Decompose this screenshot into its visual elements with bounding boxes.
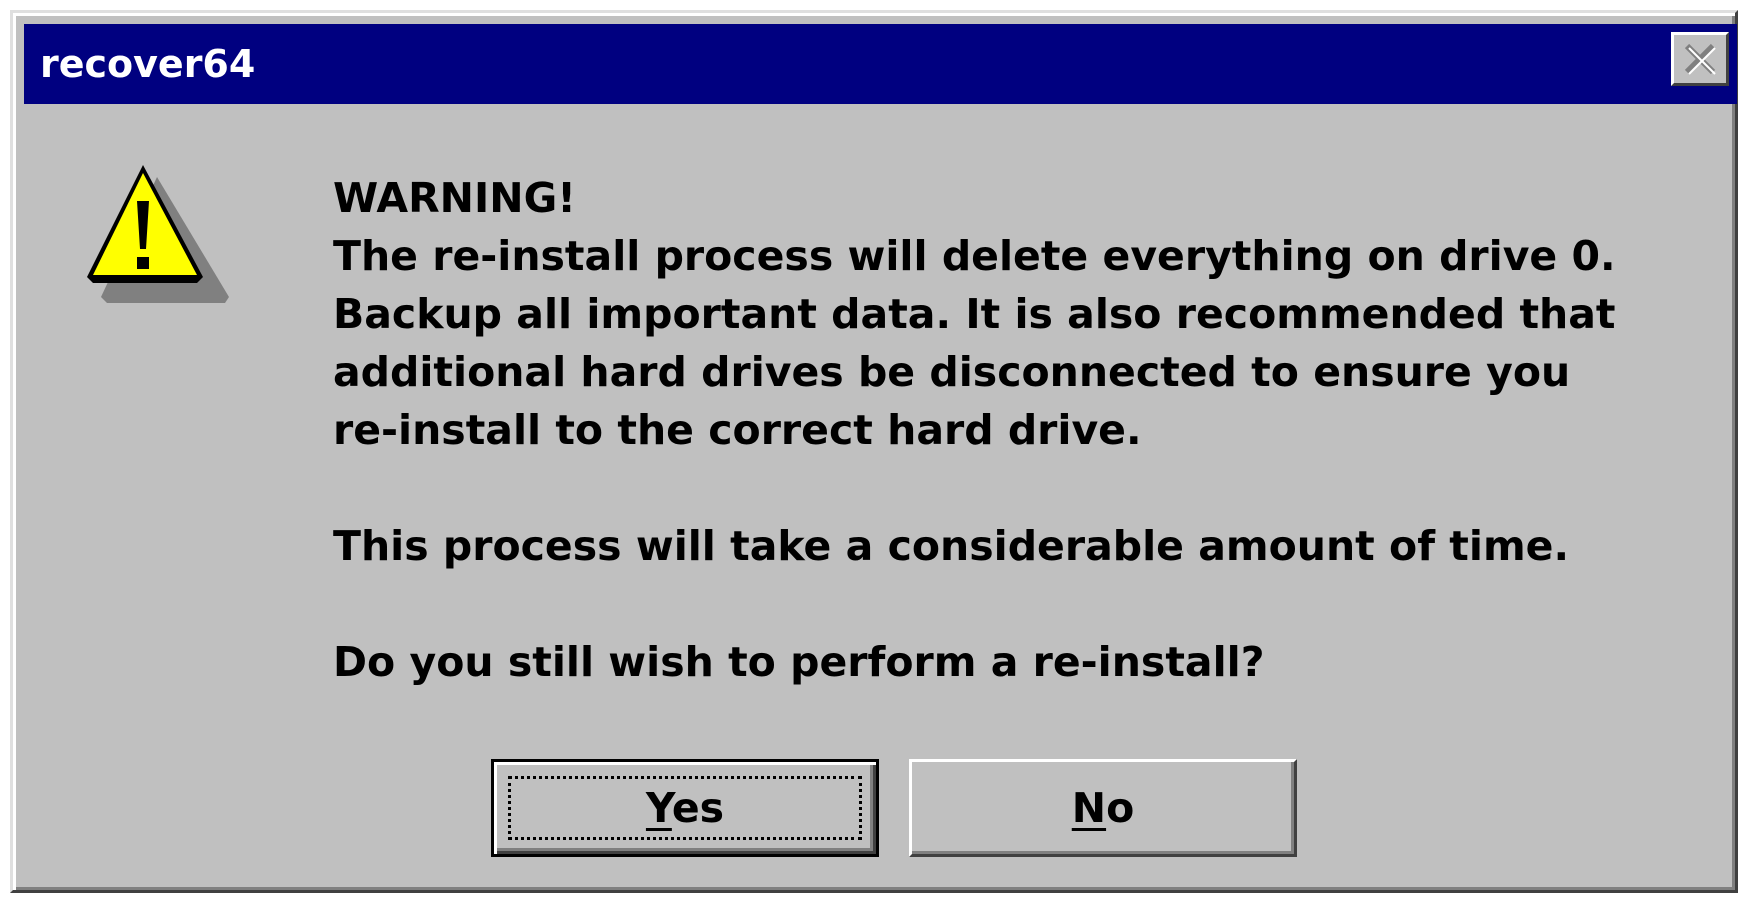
confirm-question: Do you still wish to perform a re-instal… <box>333 638 1265 686</box>
title-bar[interactable]: recover64 <box>24 24 1737 104</box>
no-button[interactable]: No <box>909 759 1297 857</box>
no-button-label: No <box>1071 784 1135 832</box>
focus-rectangle <box>508 776 862 840</box>
message-text: WARNING! The re-install process will del… <box>333 169 1733 691</box>
yes-button[interactable]: Yes <box>491 759 879 857</box>
time-notice: This process will take a considerable am… <box>333 522 1570 570</box>
close-icon <box>1684 43 1716 75</box>
message-dialog: recover64 WARNING! The re-install proces… <box>10 10 1738 893</box>
close-button[interactable] <box>1671 32 1729 86</box>
window-title: recover64 <box>40 42 256 86</box>
message-line: additional hard drives be disconnected t… <box>333 348 1571 396</box>
message-heading: WARNING! <box>333 174 576 222</box>
message-line: Backup all important data. It is also re… <box>333 290 1616 338</box>
message-line: re-install to the correct hard drive. <box>333 406 1142 454</box>
warning-icon <box>87 165 229 303</box>
message-line: The re-install process will delete every… <box>333 232 1616 280</box>
